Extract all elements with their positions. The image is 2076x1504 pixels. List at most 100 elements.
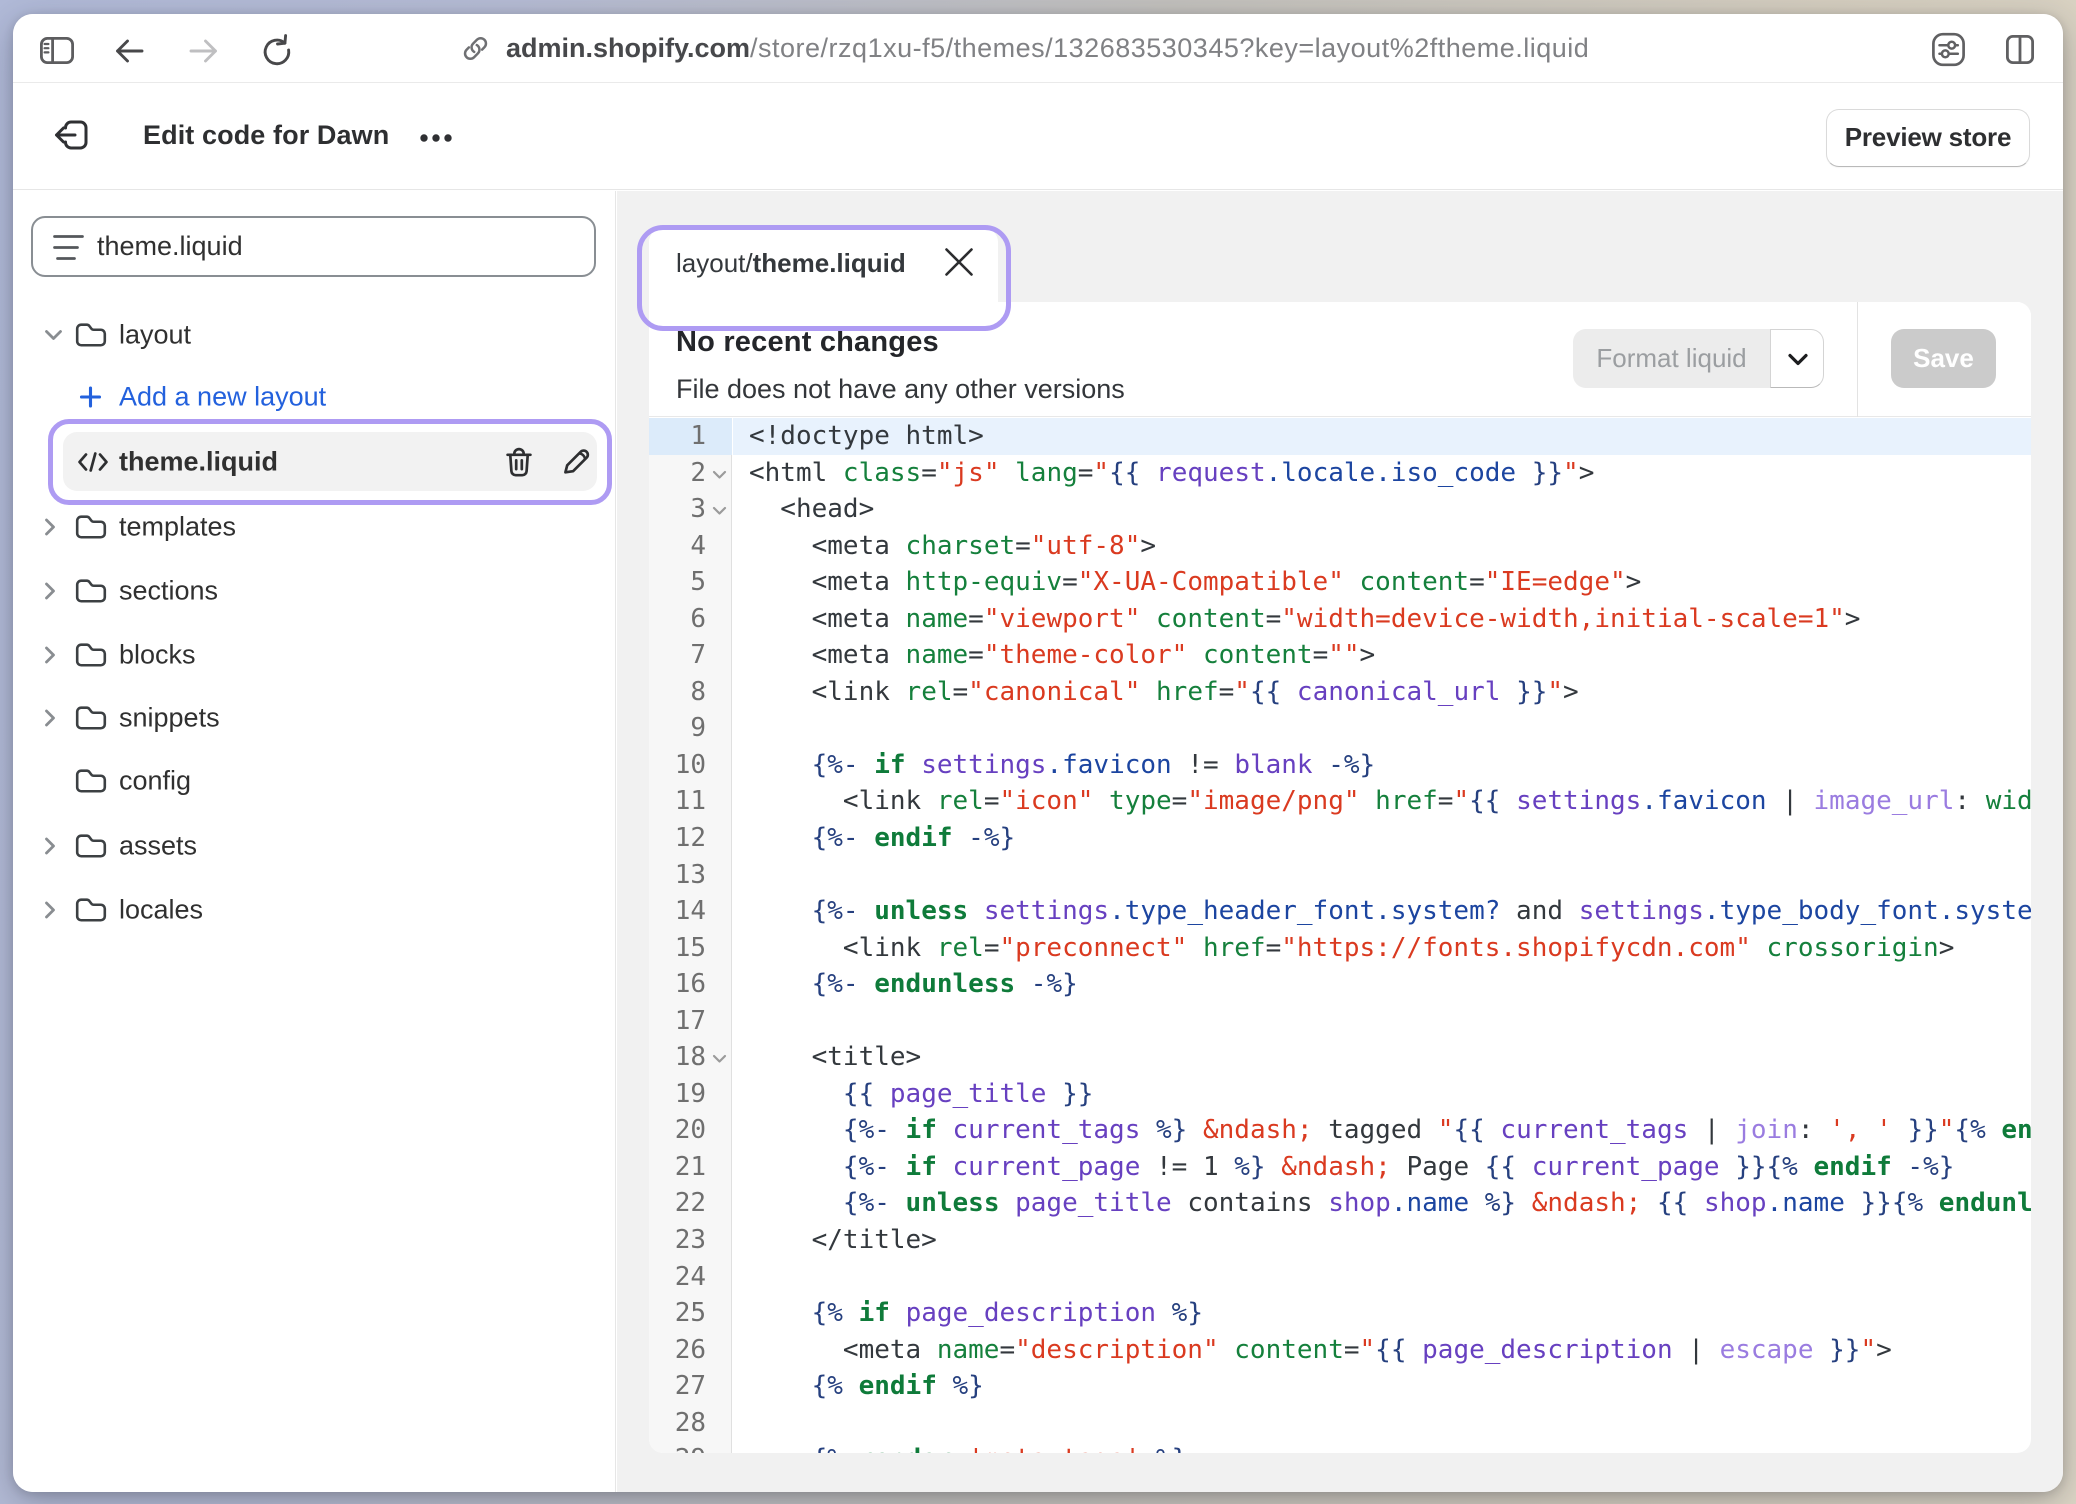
split-view-icon[interactable] — [2006, 35, 2034, 64]
app-header: Edit code for Dawn Preview store — [13, 84, 2063, 190]
folder-item-sections[interactable]: sections — [13, 569, 615, 613]
file-item-theme.liquid[interactable]: theme.liquid — [63, 432, 597, 491]
code-line-21: 21 {%- if current_page != 1 %} &ndash; P… — [649, 1149, 2031, 1186]
code-line-18: 18 <title> — [649, 1039, 2031, 1076]
code-editor[interactable]: 1<!doctype html>2<html class="js" lang="… — [649, 418, 2031, 1453]
editor-main: layout/theme.liquid No recent changes Fi… — [617, 191, 2063, 1492]
folder-item-templates[interactable]: templates — [13, 505, 615, 549]
delete-icon[interactable] — [504, 446, 534, 477]
line-number: 28 — [649, 1405, 706, 1442]
line-number: 9 — [649, 710, 706, 747]
more-actions-icon[interactable] — [416, 120, 464, 156]
reload-icon[interactable] — [260, 33, 294, 66]
fold-chevron-icon[interactable] — [712, 470, 727, 480]
line-number: 19 — [649, 1076, 706, 1113]
page-settings-icon[interactable] — [1932, 32, 1965, 67]
line-number: 27 — [649, 1368, 706, 1405]
line-number: 18 — [649, 1039, 706, 1076]
edit-icon[interactable] — [560, 446, 591, 477]
gutter-cell: 14 — [649, 893, 732, 930]
forward-button-icon[interactable] — [189, 38, 219, 64]
line-number: 10 — [649, 747, 706, 784]
format-liquid-button[interactable]: Format liquid — [1573, 329, 1770, 388]
tab-label: layout/theme.liquid — [676, 248, 906, 279]
chevron-right-icon — [44, 709, 56, 728]
code-line-text: <link rel="preconnect" href="https://fon… — [749, 930, 1954, 967]
code-line-text: </title> — [749, 1222, 937, 1259]
browser-toolbar: admin.shopify.com/store/rzq1xu-f5/themes… — [13, 14, 2063, 83]
line-number: 22 — [649, 1185, 706, 1222]
folder-item-label: assets — [119, 831, 197, 862]
folder-item-config[interactable]: config — [13, 759, 615, 803]
browser-window: admin.shopify.com/store/rzq1xu-f5/themes… — [13, 14, 2063, 1492]
add-new-layout-link[interactable]: Add a new layout — [13, 375, 615, 419]
status-subtitle: File does not have any other versions — [676, 374, 1125, 405]
editor-tab[interactable]: layout/theme.liquid — [649, 228, 998, 308]
code-line-23: 23 </title> — [649, 1222, 2031, 1259]
exit-icon[interactable] — [54, 120, 88, 150]
code-line-text: <meta charset="utf-8"> — [749, 528, 1156, 565]
gutter-cell: 24 — [649, 1259, 732, 1296]
code-line-12: 12 {%- endif -%} — [649, 820, 2031, 857]
folder-item-snippets[interactable]: snippets — [13, 696, 615, 740]
chevron-down-icon — [44, 329, 63, 341]
code-line-text: {%- if settings.favicon != blank -%} — [749, 747, 1375, 784]
line-number: 12 — [649, 820, 706, 857]
status-title: No recent changes — [676, 326, 939, 359]
fold-chevron-icon[interactable] — [712, 1054, 727, 1064]
chevron-right-icon — [44, 518, 56, 537]
file-sidebar: layout Add a new layout theme.liquid templa… — [13, 191, 616, 1492]
code-line-15: 15 <link rel="preconnect" href="https://… — [649, 930, 2031, 967]
editor-panel-header: No recent changes File does not have any… — [649, 302, 2031, 417]
line-number: 23 — [649, 1222, 706, 1259]
folder-item-layout[interactable]: layout — [13, 313, 615, 357]
fold-chevron-icon[interactable] — [712, 506, 727, 516]
folder-item-label: snippets — [119, 703, 220, 734]
folder-icon — [75, 642, 107, 669]
code-line-22: 22 {%- unless page_title contains shop.n… — [649, 1185, 2031, 1222]
code-line-14: 14 {%- unless settings.type_header_font.… — [649, 893, 2031, 930]
editor-panel: No recent changes File does not have any… — [649, 302, 2031, 1453]
gutter-cell: 5 — [649, 564, 732, 601]
save-button[interactable]: Save — [1891, 329, 1996, 388]
back-button-icon[interactable] — [114, 38, 144, 64]
code-line-5: 5 <meta http-equiv="X-UA-Compatible" con… — [649, 564, 2031, 601]
line-number: 3 — [649, 491, 706, 528]
line-number: 21 — [649, 1149, 706, 1186]
preview-store-button[interactable]: Preview store — [1826, 109, 2030, 167]
gutter-cell: 12 — [649, 820, 732, 857]
gutter-cell: 26 — [649, 1332, 732, 1369]
format-liquid-split-button: Format liquid — [1573, 329, 1824, 388]
code-line-26: 26 <meta name="description" content="{{ … — [649, 1332, 2031, 1369]
code-line-text: <head> — [749, 491, 874, 528]
gutter-cell: 22 — [649, 1185, 732, 1222]
sidebar-toggle-icon[interactable] — [40, 37, 74, 64]
gutter-cell: 18 — [649, 1039, 732, 1076]
folder-icon — [75, 705, 107, 732]
line-number: 20 — [649, 1112, 706, 1149]
gutter-cell: 19 — [649, 1076, 732, 1113]
folder-item-label: sections — [119, 576, 218, 607]
gutter-cell: 20 — [649, 1112, 732, 1149]
address-bar[interactable]: admin.shopify.com/store/rzq1xu-f5/themes… — [462, 14, 1589, 82]
add-layout-label: Add a new layout — [119, 382, 326, 413]
code-line-20: 20 {%- if current_tags %} &ndash; tagged… — [649, 1112, 2031, 1149]
line-number: 6 — [649, 601, 706, 638]
format-liquid-dropdown[interactable] — [1770, 329, 1824, 388]
line-number: 4 — [649, 528, 706, 565]
gutter-cell: 25 — [649, 1295, 732, 1332]
code-line-text: {%- endunless -%} — [749, 966, 1078, 1003]
code-line-text: {%- unless page_title contains shop.name… — [749, 1185, 2031, 1222]
line-number: 15 — [649, 930, 706, 967]
code-line-text: <title> — [749, 1039, 921, 1076]
line-number: 1 — [649, 418, 706, 455]
code-line-25: 25 {% if page_description %} — [649, 1295, 2031, 1332]
code-line-4: 4 <meta charset="utf-8"> — [649, 528, 2031, 565]
gutter-cell: 16 — [649, 966, 732, 1003]
folder-item-blocks[interactable]: blocks — [13, 633, 615, 677]
folder-item-locales[interactable]: locales — [13, 888, 615, 932]
tab-close-icon[interactable] — [940, 243, 978, 281]
line-number: 14 — [649, 893, 706, 930]
folder-item-assets[interactable]: assets — [13, 824, 615, 868]
code-line-16: 16 {%- endunless -%} — [649, 966, 2031, 1003]
